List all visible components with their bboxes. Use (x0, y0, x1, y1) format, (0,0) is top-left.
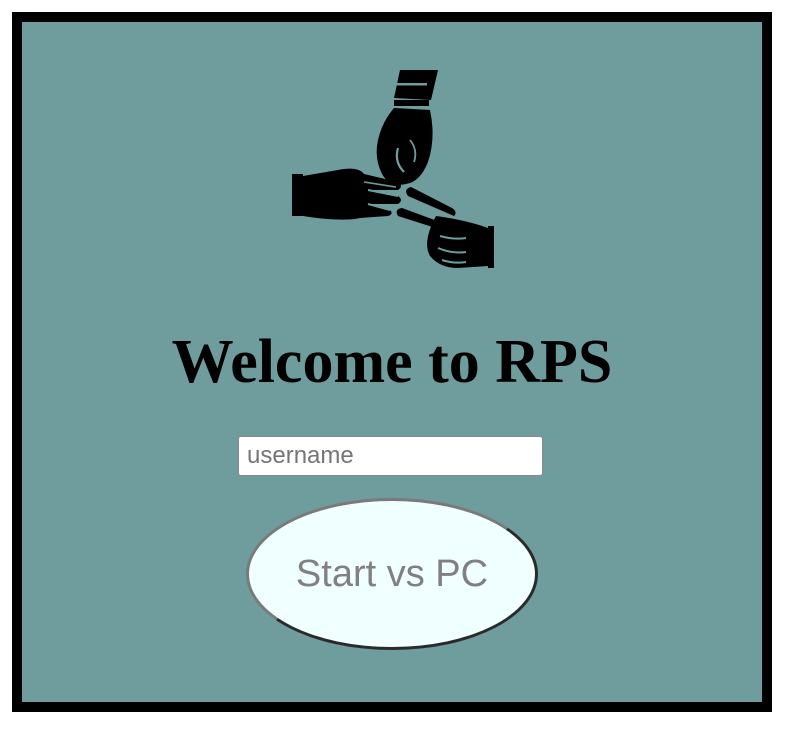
game-frame: Welcome to RPS Start vs PC (12, 12, 772, 712)
rock-paper-scissors-hands-icon (292, 70, 494, 268)
username-input[interactable] (238, 436, 543, 476)
start-vs-pc-button[interactable]: Start vs PC (246, 498, 538, 650)
page-title: Welcome to RPS (171, 328, 613, 396)
